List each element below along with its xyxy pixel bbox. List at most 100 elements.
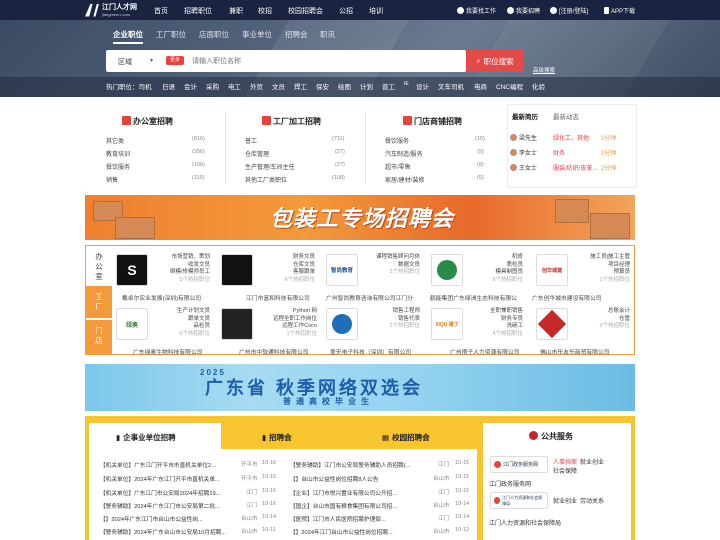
hot-job[interactable]: IE xyxy=(404,81,409,87)
company-jobs[interactable]: 销售工程师 销售代表 2个热招职位 xyxy=(360,308,420,331)
tab-store-jobs[interactable]: 店面职位 xyxy=(199,29,229,40)
tab-latest-news[interactable]: 最新动态 xyxy=(553,111,579,121)
company-logo[interactable] xyxy=(221,308,253,340)
tab-public-institution[interactable]: 事业单位 xyxy=(242,29,272,40)
hot-job[interactable]: 电商 xyxy=(474,81,487,91)
service-link[interactable]: 社会保障 xyxy=(553,466,577,475)
resume-row[interactable]: 梁先生 绿化工，其他 2分钟 xyxy=(510,133,616,142)
service-logo[interactable]: 江门政务服务网 xyxy=(490,456,548,473)
company-logo[interactable]: S xyxy=(116,254,148,286)
tab-job-fair[interactable]: 招聘会 xyxy=(285,29,308,40)
category-item[interactable]: 仓库管理 xyxy=(245,149,269,158)
company-jobs[interactable]: 机修 质检员 模具制图员 5个热招职位 xyxy=(463,254,523,284)
hot-job[interactable]: 设计 xyxy=(416,81,429,91)
app-download-link[interactable]: APP下载 xyxy=(604,6,635,15)
category-title-store[interactable]: 门店商铺招聘 xyxy=(414,116,462,127)
nav-item-training[interactable]: 培训 xyxy=(369,6,383,16)
company-logo[interactable] xyxy=(326,308,358,340)
category-item[interactable]: 其他工厂类职位 xyxy=(245,175,287,184)
chevron-down-icon[interactable]: ▾ xyxy=(150,57,153,64)
hot-job[interactable]: 化验 xyxy=(532,81,545,91)
login-register-link[interactable]: [注册/登陆] xyxy=(550,6,588,15)
search-input[interactable] xyxy=(192,52,452,70)
search-button[interactable]: ⌕ 职位搜索 xyxy=(466,50,524,72)
nav-item-jobs[interactable]: 招聘职位 xyxy=(184,6,212,16)
list-item[interactable]: 【企业】江门市悦兴置业有限公司公开招... xyxy=(290,488,432,497)
tab-job-news[interactable]: 职讯 xyxy=(320,29,335,40)
hot-job[interactable]: 日语 xyxy=(162,81,175,91)
tab-campus-fairs[interactable]: ▦ 校园招聘会 xyxy=(382,427,430,447)
nav-item-parttime[interactable]: 兼职 xyxy=(229,6,243,16)
company-name[interactable]: 广州智尚教育咨询有限公司江门分 xyxy=(326,293,413,302)
hot-job[interactable]: 普工 xyxy=(382,81,395,91)
nav-item-public[interactable]: 公招 xyxy=(339,6,353,16)
hot-job[interactable]: 焊工 xyxy=(294,81,307,91)
hot-job[interactable]: 保安 xyxy=(316,81,329,91)
list-item[interactable]: 【警务辅助】2024年广东江门市公安局第二批... xyxy=(100,501,238,510)
hot-job[interactable]: 会计 xyxy=(184,81,197,91)
service-link[interactable]: 就业创业 xyxy=(553,496,577,505)
company-jobs[interactable]: 市场营销、策划 收发文员 倒模/修模师员工 5个热招职位 xyxy=(150,254,210,284)
more-badge[interactable]: 更多 xyxy=(166,56,184,65)
company-jobs[interactable]: 施工员|施工主管 项目经理 预算员 1个热招职位 xyxy=(570,254,630,284)
category-item[interactable]: 餐饮服务 xyxy=(106,162,130,171)
category-item[interactable]: 教育培训 xyxy=(106,149,130,158)
company-name[interactable]: 盈天电子科技（深圳）有限公司 xyxy=(330,347,411,356)
resume-row[interactable]: 李女士 财务 2分钟 xyxy=(510,148,616,157)
company-jobs[interactable]: 课程销售顾问月休 数据文员 2个热招职位 xyxy=(360,254,420,277)
find-job-link[interactable]: 我要找工作 xyxy=(457,6,496,15)
company-name[interactable]: 江门市富和科技有限公司 xyxy=(246,293,310,302)
list-item[interactable]: 【机关单位】广东江门开平市市直机关单位2... xyxy=(100,460,238,469)
company-logo[interactable] xyxy=(221,254,253,286)
category-item[interactable]: 家居/建材/装修 xyxy=(385,175,424,184)
company-name[interactable]: 佛山市乐友乐商贸有限公司 xyxy=(540,347,610,356)
category-item[interactable]: 销售 xyxy=(106,175,118,184)
list-item[interactable]: 【国企】台山市国有粮食集团有限公司招... xyxy=(290,501,432,510)
list-item[interactable]: 【医院】江门市人民医院招聘护理部... xyxy=(290,514,432,523)
sidebar-tab-store[interactable]: 门店 xyxy=(86,320,112,354)
company-logo[interactable]: 绿奥 xyxy=(116,308,148,340)
company-name[interactable]: 广东创华城市建设有限公司 xyxy=(532,293,602,302)
list-item[interactable]: 【】台山市公益性岗位招聘8人公告 xyxy=(290,474,432,483)
company-name[interactable]: 广州市中软通科技有限公司 xyxy=(239,347,309,356)
recruit-link[interactable]: 我要招聘 xyxy=(507,6,540,15)
region-select[interactable]: 区域 xyxy=(118,57,132,67)
site-logo[interactable]: 江门人才网 jiangmenrc.com xyxy=(85,2,145,18)
category-title-factory[interactable]: 工厂加工招聘 xyxy=(273,116,321,127)
list-item[interactable]: 【】2024年广东江门市台山市公益性岗... xyxy=(100,514,238,523)
tab-latest-resumes[interactable]: 最新简历 xyxy=(512,111,538,121)
hot-job[interactable]: 计划 xyxy=(360,81,373,91)
resume-row[interactable]: 王女士 服装/纺织/皮革... 2分钟 xyxy=(510,163,616,172)
company-logo[interactable]: 创华城建 xyxy=(536,254,568,286)
list-item[interactable]: 【警务辅助】江门市公安局警务辅助人员招聘(... xyxy=(290,460,432,469)
sidebar-tab-factory[interactable]: 工厂 xyxy=(86,286,112,318)
category-item[interactable]: 超市/零售 xyxy=(385,162,411,171)
category-item[interactable]: 汽车制造/服务 xyxy=(385,149,423,158)
company-logo[interactable] xyxy=(431,254,463,286)
packaging-job-fair-banner[interactable]: 包装工专场招聘会 xyxy=(85,195,635,240)
list-item[interactable]: 【机关单位】广东江门市公安局2024年招聘19... xyxy=(100,488,238,497)
company-jobs[interactable]: Python 网远程全职工作岗位 远程工作Coco 1个热招职位 xyxy=(255,308,317,338)
sidebar-tab-office[interactable]: 办公室 xyxy=(86,250,112,284)
service-link[interactable]: 劳动关系 xyxy=(580,496,604,505)
tab-job-fairs[interactable]: ▮ 招聘会 xyxy=(262,427,292,447)
nav-item-home[interactable]: 首页 xyxy=(154,6,168,16)
category-item[interactable]: 其它类 xyxy=(106,136,124,145)
company-logo[interactable]: 智尚教育 xyxy=(326,254,358,286)
tab-factory-jobs[interactable]: 工厂职位 xyxy=(156,29,186,40)
list-item[interactable]: 【】2024年江门台山市公益性岗位招聘... xyxy=(290,527,432,536)
service-logo[interactable]: 江门人力资源和社会保障局 xyxy=(490,492,548,509)
category-item[interactable]: 普工 xyxy=(245,136,257,145)
service-link[interactable]: 人事档案 xyxy=(553,457,577,466)
hot-job[interactable]: 叉车司机 xyxy=(438,81,464,91)
hot-job[interactable]: 电工 xyxy=(228,81,241,91)
company-name[interactable]: 广州揸子人力资源有限公司 xyxy=(450,347,520,356)
list-item[interactable]: 【警务辅助】2024年广东台山市公安局10月招聘... xyxy=(100,527,238,536)
company-logo[interactable]: XIQU 禧了 xyxy=(431,308,463,340)
hot-job[interactable]: 绘图 xyxy=(338,81,351,91)
company-jobs[interactable]: 总账会计 仓管 2个热招职位 xyxy=(570,308,630,331)
hot-job[interactable]: 文员 xyxy=(272,81,285,91)
company-name[interactable]: 广东绿奥生物科技有限公司 xyxy=(133,347,203,356)
service-link[interactable]: 就业创业 xyxy=(580,457,604,466)
company-name[interactable]: 鹤能集团广东绿洲生态科技有限公 xyxy=(430,293,517,302)
